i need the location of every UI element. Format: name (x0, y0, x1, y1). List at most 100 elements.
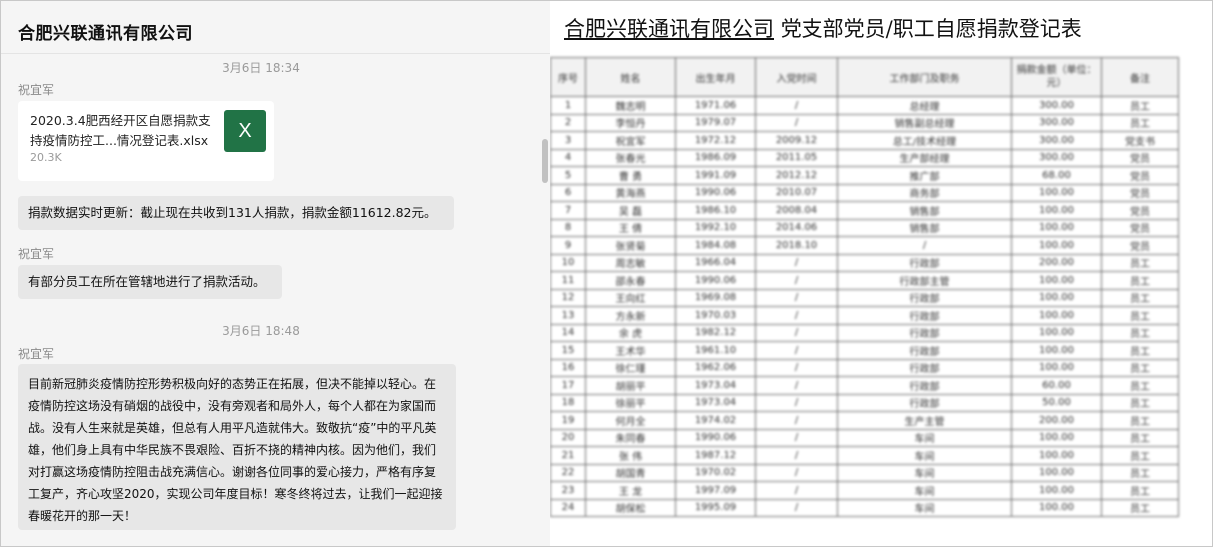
table-cell: 余 虎 (585, 323, 676, 342)
table-row: 9 张贤菊 1984.08 2018.10/100.00 党员 (550, 236, 1179, 255)
table-cell: / (755, 428, 838, 447)
table-cell: 4 (550, 148, 586, 167)
sender-name: 祝宜军 (18, 247, 55, 261)
table-cell: 100.00 (1011, 481, 1102, 500)
table-row: 14 余 虎 1982.12/行政部 100.00 员工 (550, 323, 1179, 342)
table-cell: 员工 (1101, 481, 1179, 500)
table-cell: 徐仁瑾 (585, 358, 676, 377)
table-row: 10 周志敏 1966.04/行政部 200.00 员工 (550, 253, 1179, 272)
sender-name: 祝宜军 (18, 347, 55, 361)
table-cell: 16 (550, 358, 586, 377)
table-cell: 李恒丹 (585, 113, 676, 132)
table-cell: 100.00 (1011, 341, 1102, 360)
table-row: 3 祝宜军 1972.12 2009.12 总工/技术经理 300.00 党支书 (550, 131, 1179, 150)
table-cell: 方永新 (585, 306, 676, 325)
table-cell: 2018.10 (755, 236, 838, 255)
table-row: 4 张春光 1986.09 2011.05 生产部经理 300.00 党员 (550, 148, 1179, 167)
table-cell: 2008.04 (755, 201, 838, 220)
table-cell: 员工 (1101, 411, 1179, 430)
table-cell: 19 (550, 411, 586, 430)
table-row: 7吴 磊 1986.10 2008.04 销售部 100.00 党员 (550, 201, 1179, 220)
table-cell: 总经理 (837, 96, 1012, 115)
table-cell: 王 龙 (585, 481, 676, 500)
excel-icon: X (224, 110, 266, 152)
file-attachment-card[interactable]: 2020.3.4肥西经开区自愿捐款支持疫情防控工...情况登记表.xlsx 20… (18, 101, 274, 181)
table-cell: 周志敏 (585, 253, 676, 272)
table-cell: / (755, 96, 838, 115)
table-cell: 100.00 (1011, 271, 1102, 290)
table-cell: 8 (550, 218, 586, 237)
table-cell: 21 (550, 446, 586, 465)
table-row: 19 何月全 1974.02/生产主管 200.00 员工 (550, 411, 1179, 430)
message-bubble[interactable]: 有部分员工在所在管辖地进行了捐款活动。 (18, 265, 282, 299)
table-cell: / (755, 376, 838, 395)
table-cell: 邵永春 (585, 271, 676, 290)
table-cell: 员工 (1101, 306, 1179, 325)
chat-scrollbar[interactable] (542, 139, 548, 183)
table-cell: / (755, 498, 838, 517)
table-row: 22 胡国青 1970.02/车间 100.00 员工 (550, 463, 1179, 482)
table-row: 24 胡保松 1995.09/车间 100.00 员工 (550, 498, 1179, 517)
table-cell: 1979.07 (675, 113, 756, 132)
donation-table: 序号 姓名 出生年月 入党时间 工作部门及职务 捐款金额（单位：元） 备注 1魏… (550, 57, 1179, 517)
table-cell: 1962.06 (675, 358, 756, 377)
table-cell: 1961.10 (675, 341, 756, 360)
column-header: 捐款金额（单位：元） (1011, 57, 1102, 97)
table-cell: 员工 (1101, 113, 1179, 132)
table-cell: / (755, 113, 838, 132)
table-cell: / (755, 341, 838, 360)
table-cell: 20 (550, 428, 586, 447)
table-cell: 1997.09 (675, 481, 756, 500)
table-cell: 100.00 (1011, 288, 1102, 307)
chat-panel[interactable]: 合肥兴联通讯有限公司 3月6日 18:34 祝宜军 2020.3.4肥西经开区自… (1, 1, 550, 546)
table-cell: 车间 (837, 481, 1012, 500)
table-cell: 1990.06 (675, 271, 756, 290)
table-cell: 行政部 (837, 323, 1012, 342)
table-cell: 王术华 (585, 341, 676, 360)
sheet-title-rest: 党支部党员/职工自愿捐款登记表 (780, 17, 1082, 41)
column-header: 备注 (1101, 57, 1179, 97)
table-cell: 员工 (1101, 428, 1179, 447)
table-cell: 何月全 (585, 411, 676, 430)
table-cell: 王 倩 (585, 218, 676, 237)
table-cell: 行政部 (837, 358, 1012, 377)
table-row: 11 邵永春 1990.06/行政部主管 100.00 员工 (550, 271, 1179, 290)
table-cell: 生产主管 (837, 411, 1012, 430)
table-cell: 生产部经理 (837, 148, 1012, 167)
table-cell: 100.00 (1011, 428, 1102, 447)
table-cell: 200.00 (1011, 253, 1102, 272)
column-header: 姓名 (585, 57, 676, 97)
table-cell: 胡丽平 (585, 376, 676, 395)
table-cell: 员工 (1101, 253, 1179, 272)
table-cell: 100.00 (1011, 463, 1102, 482)
table-cell: 17 (550, 376, 586, 395)
table-cell: / (755, 358, 838, 377)
table-cell: / (755, 323, 838, 342)
table-cell: 100.00 (1011, 218, 1102, 237)
table-cell: 徐丽平 (585, 393, 676, 412)
table-cell: 100.00 (1011, 323, 1102, 342)
table-cell: 300.00 (1011, 113, 1102, 132)
table-row: 6 黄海燕 1990.06 2010.07 商务部 100.00 党员 (550, 183, 1179, 202)
table-cell: 22 (550, 463, 586, 482)
table-cell: 300.00 (1011, 131, 1102, 150)
message-bubble[interactable]: 目前新冠肺炎疫情防控形势积极向好的态势正在拓展，但决不能掉以轻心。在疫情防控这场… (18, 364, 456, 530)
table-cell: 1974.02 (675, 411, 756, 430)
table-cell: 100.00 (1011, 498, 1102, 517)
table-row: 23 王 龙 1997.09/车间 100.00 员工 (550, 481, 1179, 500)
table-cell: 车间 (837, 463, 1012, 482)
table-row: 18 徐丽平 1973.04/行政部 50.00 员工 (550, 393, 1179, 412)
table-cell: 商务部 (837, 183, 1012, 202)
table-cell: 2010.07 (755, 183, 838, 202)
table-cell: / (755, 253, 838, 272)
table-cell: 60.00 (1011, 376, 1102, 395)
message-bubble[interactable]: 捐款数据实时更新：截止现在共收到131人捐款，捐款金额11612.82元。 (18, 196, 454, 230)
table-cell: 党员 (1101, 183, 1179, 202)
table-cell: 曹 勇 (585, 166, 676, 185)
table-cell: 300.00 (1011, 148, 1102, 167)
table-cell: 12 (550, 288, 586, 307)
table-cell: 胡国青 (585, 463, 676, 482)
table-cell: 1970.03 (675, 306, 756, 325)
table-cell: 行政部 (837, 376, 1012, 395)
table-cell: 5 (550, 166, 586, 185)
